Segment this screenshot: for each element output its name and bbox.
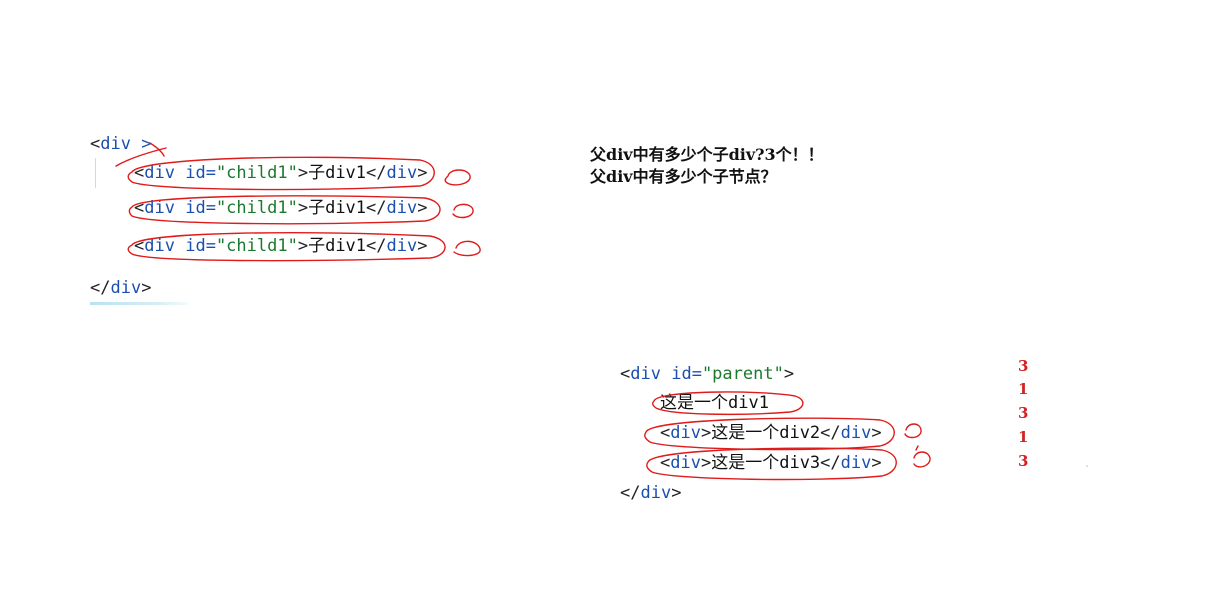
annotation-circle-left-3 <box>453 240 481 257</box>
question-child-node-count: 父div中有多少个子节点？ <box>590 167 777 186</box>
indent-guide <box>95 158 96 188</box>
left-code-open-tag: <div > <box>90 134 152 154</box>
node-count-1: 3 <box>1018 357 1029 375</box>
stray-dot <box>1086 465 1088 467</box>
left-child-line-3: <div id="child1">子div1</div> <box>134 236 428 256</box>
right-text-node: 这是一个div1 <box>660 393 769 413</box>
left-child-line-1: <div id="child1">子div1</div> <box>134 163 428 183</box>
left-code-close-tag: </div> <box>90 278 152 298</box>
node-count-5: 3 <box>1018 452 1029 470</box>
left-child-line-2: <div id="child1">子div1</div> <box>134 198 428 218</box>
right-code-open-tag: <div id="parent"> <box>620 364 795 384</box>
right-child-line-1: <div>这是一个div2</div> <box>660 423 882 443</box>
annotation-circle-right-1 <box>904 423 922 439</box>
node-count-2: 1 <box>1018 380 1029 398</box>
annotation-circle-right-2 <box>913 445 931 468</box>
right-code-close-tag: </div> <box>620 483 682 503</box>
annotation-circle-left-1 <box>444 169 471 186</box>
annotation-circle-left-2 <box>452 203 474 219</box>
red-annotation-layer <box>115 142 1088 481</box>
question-child-div-count: 父div中有多少个子div?3个！！ <box>590 145 824 164</box>
editor-underline <box>90 302 188 305</box>
right-child-line-2: <div>这是一个div3</div> <box>660 453 882 473</box>
node-count-4: 1 <box>1018 428 1029 446</box>
node-count-3: 3 <box>1018 404 1029 422</box>
